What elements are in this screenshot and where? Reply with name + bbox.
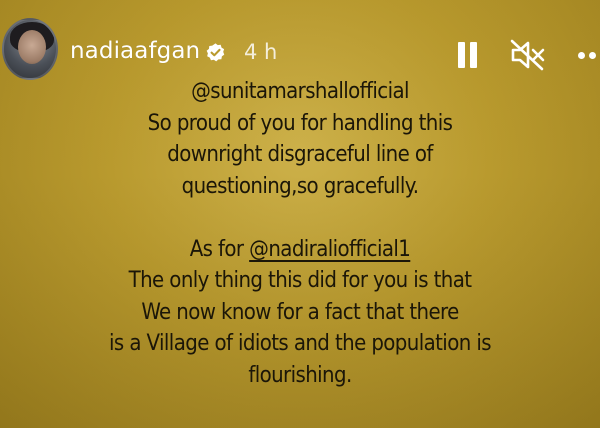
avatar-face (18, 30, 46, 64)
post-time: 4 h (244, 40, 278, 64)
verified-badge-icon (206, 43, 225, 62)
dot (578, 52, 585, 59)
story-text: @sunitamarshallofficial So proud of you … (20, 76, 580, 391)
text-line: questioning,so gracefully. (181, 173, 419, 199)
avatar[interactable] (2, 18, 58, 80)
more-options-icon[interactable] (578, 52, 600, 62)
text-line: is a Village of idiots and the populatio… (109, 331, 492, 356)
muted-speaker-icon[interactable] (510, 38, 546, 72)
mention-nadir[interactable]: @nadiraliofficial1 (249, 234, 411, 266)
pause-bar-right (470, 42, 477, 68)
text-line: The only thing this did for you is that (128, 268, 472, 293)
text-line: We now know for a fact that there (141, 299, 459, 325)
pause-bar-left (458, 42, 465, 68)
text-line: flourishing. (248, 362, 352, 388)
as-for-label: As for (189, 236, 250, 262)
dot (589, 52, 596, 59)
text-line: So proud of you for handling this (147, 110, 453, 136)
text-line-as-for: As for @nadiraliofficial1 (20, 234, 580, 266)
pause-icon[interactable] (455, 42, 481, 70)
mention-sunita[interactable]: @sunitamarshallofficial (20, 76, 580, 108)
username[interactable]: nadiaafgan (70, 38, 200, 64)
text-line: downright disgraceful line of (167, 142, 433, 167)
